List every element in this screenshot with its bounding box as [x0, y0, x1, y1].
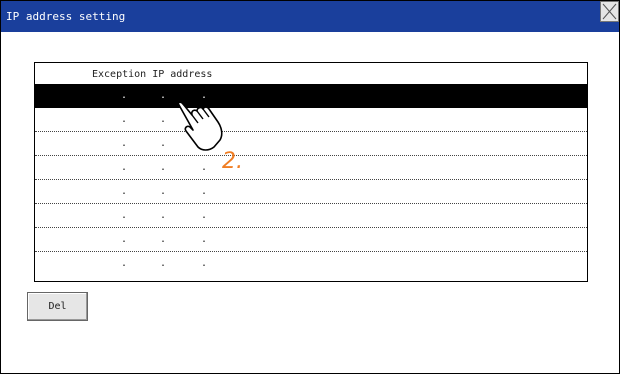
exception-ip-table: Exception IP address . . . . . . . . . .…	[34, 62, 588, 282]
ip-separator: .	[121, 162, 128, 173]
ip-separator: .	[201, 90, 208, 101]
ip-separator: .	[201, 210, 208, 221]
ip-separator: .	[160, 138, 167, 149]
ip-separator: .	[121, 234, 128, 245]
ip-separator: .	[160, 186, 167, 197]
ip-row-3[interactable]: . . .	[35, 132, 587, 156]
ip-row-1[interactable]: . . .	[35, 84, 587, 108]
ip-row-8[interactable]: . . .	[35, 252, 587, 276]
ip-row-6[interactable]: . . .	[35, 204, 587, 228]
ip-separator: .	[160, 114, 167, 125]
title-bar: IP address setting	[1, 1, 619, 32]
ip-separator: .	[121, 210, 128, 221]
ip-separator: .	[121, 258, 128, 269]
ip-address-setting-window: IP address setting Exception IP address …	[0, 0, 620, 374]
table-header-label: Exception IP address	[92, 69, 213, 80]
window-title: IP address setting	[6, 10, 126, 23]
ip-row-7[interactable]: . . .	[35, 228, 587, 252]
ip-separator: .	[121, 186, 128, 197]
ip-separator: .	[121, 138, 128, 149]
ip-separator: .	[160, 90, 167, 101]
ip-separator: .	[160, 210, 167, 221]
table-header: Exception IP address	[35, 63, 587, 84]
close-x-icon	[602, 3, 617, 20]
ip-row-2[interactable]: . . .	[35, 108, 587, 132]
ip-separator: .	[201, 186, 208, 197]
ip-separator: .	[201, 234, 208, 245]
ip-row-5[interactable]: . . .	[35, 180, 587, 204]
ip-separator: .	[121, 114, 128, 125]
ip-separator: .	[201, 258, 208, 269]
step-annotation: 2.	[222, 149, 243, 174]
ip-separator: .	[160, 162, 167, 173]
ip-separator: .	[121, 90, 128, 101]
close-button[interactable]	[600, 1, 619, 22]
ip-separator: .	[160, 258, 167, 269]
ip-separator: .	[160, 234, 167, 245]
ip-separator: .	[201, 162, 208, 173]
delete-button[interactable]: Del	[27, 292, 88, 321]
ip-row-4[interactable]: . . .	[35, 156, 587, 180]
